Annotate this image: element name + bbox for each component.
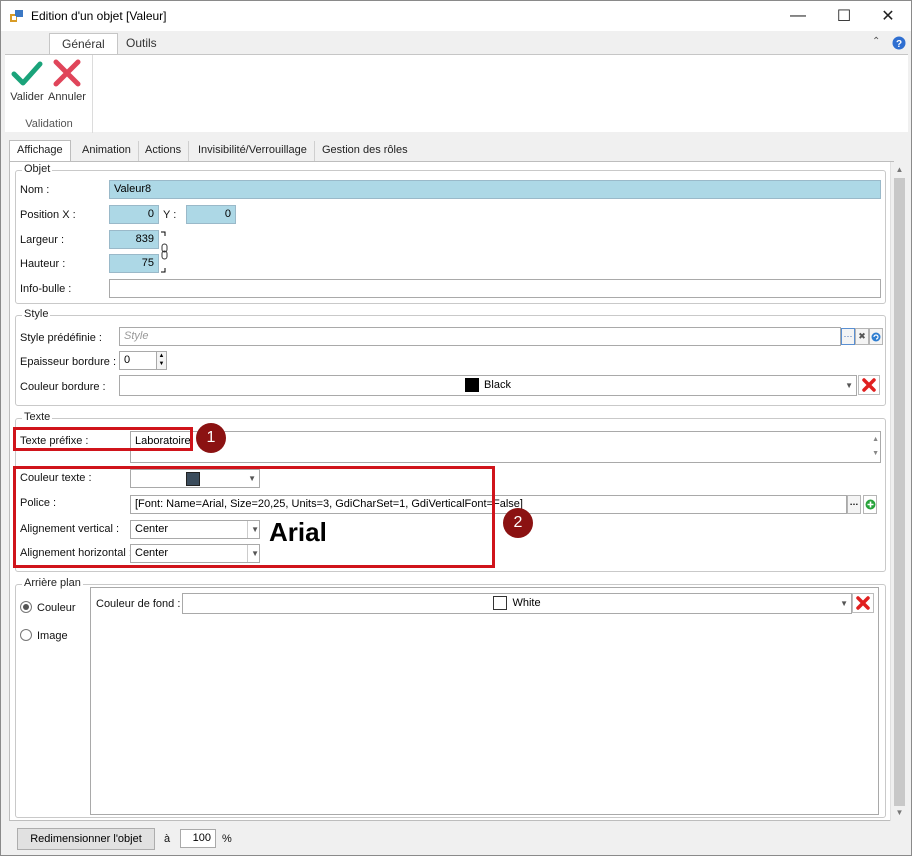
height-label: Hauteur : xyxy=(20,258,66,270)
red-cross-icon xyxy=(862,378,876,392)
minimize-button[interactable]: — xyxy=(775,1,821,31)
border-color-label: Couleur bordure : xyxy=(20,381,106,393)
highlight-box-2 xyxy=(13,466,495,568)
object-editor-window: Edition d'un objet [Valeur] — ☐ ✕ Généra… xyxy=(0,0,912,856)
chevron-down-icon: ▼ xyxy=(845,381,853,390)
width-field[interactable]: 839 xyxy=(109,230,159,249)
prefix-textarea[interactable]: Laboratoire ▲ ▼ xyxy=(130,431,881,463)
fill-color-dropdown[interactable]: White ▼ xyxy=(182,593,852,614)
annotation-badge-1: 1 xyxy=(196,423,226,453)
texte-legend: Texte xyxy=(22,411,53,423)
scroll-up-icon[interactable]: ▲ xyxy=(891,163,908,177)
border-thickness-spinner[interactable]: ▲ ▼ xyxy=(156,351,167,370)
red-cross-icon xyxy=(856,596,870,610)
tab-affichage[interactable]: Affichage xyxy=(9,140,71,162)
clear-fill-color-button[interactable] xyxy=(852,593,874,613)
scroll-down-icon[interactable]: ▼ xyxy=(891,806,908,820)
tooltip-label: Info-bulle : xyxy=(20,283,72,295)
affichage-panel: Objet Nom : Valeur8 Position X : 0 Y : 0… xyxy=(9,161,894,821)
scroll-down-icon[interactable]: ▼ xyxy=(872,447,879,461)
tab-actions[interactable]: Actions xyxy=(138,141,190,161)
predefined-style-field[interactable]: Style xyxy=(119,327,841,346)
predefined-style-placeholder: Style xyxy=(124,330,149,342)
cross-icon xyxy=(53,59,81,87)
objet-legend: Objet xyxy=(22,163,53,175)
fill-color-value: White xyxy=(512,597,541,609)
validate-button[interactable]: Valider xyxy=(7,57,47,107)
annotation-badge-2: 2 xyxy=(503,508,533,538)
highlight-box-1 xyxy=(13,427,193,451)
ribbon-tab-general[interactable]: Général xyxy=(49,33,118,55)
style-legend: Style xyxy=(22,308,51,320)
name-field[interactable]: Valeur8 xyxy=(109,180,881,199)
position-y-label: Y : xyxy=(163,209,177,221)
help-icon[interactable]: ? xyxy=(892,36,906,50)
cancel-label: Annuler xyxy=(48,91,86,103)
refresh-style-icon[interactable] xyxy=(869,328,883,345)
chevron-down-icon: ▼ xyxy=(840,599,848,608)
border-color-value: Black xyxy=(484,379,511,391)
background-color-panel xyxy=(90,587,879,815)
tab-invisibility-lock[interactable]: Invisibilité/Verrouillage xyxy=(191,141,315,161)
width-label: Largeur : xyxy=(20,234,65,246)
position-x-field[interactable]: 0 xyxy=(109,205,159,224)
tab-roles[interactable]: Gestion des rôles xyxy=(315,141,415,161)
app-icon xyxy=(10,9,24,23)
tab-animation[interactable]: Animation xyxy=(75,141,139,161)
fill-color-label: Couleur de fond : xyxy=(96,598,181,610)
resize-to-label: à xyxy=(164,833,171,845)
resize-bar: Redimensionner l'objet à 100 % xyxy=(9,825,894,853)
window-title: Edition d'un objet [Valeur] xyxy=(31,9,167,23)
radio-color-label: Couleur xyxy=(37,602,76,614)
resize-percent-field[interactable]: 100 xyxy=(180,829,216,848)
add-font-icon[interactable] xyxy=(863,495,877,514)
title-bar: Edition d'un objet [Valeur] — ☐ ✕ xyxy=(1,1,911,31)
aspect-lock-chain-icon[interactable] xyxy=(160,230,170,274)
clear-border-color-button[interactable] xyxy=(858,375,880,395)
collapse-ribbon-icon[interactable]: ⌃ xyxy=(872,36,880,47)
resize-object-button[interactable]: Redimensionner l'objet xyxy=(17,828,155,850)
border-thickness-label: Epaisseur bordure : xyxy=(20,356,116,368)
background-legend: Arrière plan xyxy=(22,577,83,589)
position-y-field[interactable]: 0 xyxy=(186,205,236,224)
svg-text:?: ? xyxy=(896,39,902,50)
height-field[interactable]: 75 xyxy=(109,254,159,273)
ribbon-tab-tools[interactable]: Outils xyxy=(114,33,169,55)
radio-image-label: Image xyxy=(37,630,68,642)
validation-group-label: Validation xyxy=(25,118,73,130)
tooltip-field[interactable] xyxy=(109,279,881,298)
border-color-swatch xyxy=(465,378,480,393)
radio-color[interactable] xyxy=(20,601,32,613)
ribbon-tab-strip: Général Outils ⌃ ? xyxy=(1,31,911,55)
validate-label: Valider xyxy=(10,91,44,103)
maximize-button[interactable]: ☐ xyxy=(821,1,867,31)
border-color-dropdown[interactable]: Black ▼ xyxy=(119,375,857,396)
checkmark-icon xyxy=(11,61,43,86)
scrollbar-thumb[interactable] xyxy=(894,178,905,806)
predefined-style-label: Style prédéfinie : xyxy=(20,332,102,344)
clear-style-icon[interactable]: ✖ xyxy=(855,328,869,345)
border-thickness-field[interactable]: 0 xyxy=(119,351,157,370)
cancel-button[interactable]: Annuler xyxy=(47,57,87,107)
fill-color-swatch xyxy=(493,596,508,611)
percent-unit: % xyxy=(222,833,232,845)
browse-font-button[interactable]: … xyxy=(847,495,861,514)
validation-group: Valider Annuler Validation xyxy=(5,55,93,133)
close-button[interactable]: ✕ xyxy=(865,1,911,31)
vertical-scrollbar[interactable]: ▲ ▼ xyxy=(890,162,907,821)
position-x-label: Position X : xyxy=(20,209,76,221)
content-area: Affichage Animation Actions Invisibilité… xyxy=(5,135,908,855)
browse-style-button[interactable]: ··· xyxy=(841,328,855,345)
radio-image[interactable] xyxy=(20,629,32,641)
name-label: Nom : xyxy=(20,184,50,196)
scroll-up-icon[interactable]: ▲ xyxy=(872,433,879,447)
ribbon-panel: Valider Annuler Validation xyxy=(5,54,908,133)
